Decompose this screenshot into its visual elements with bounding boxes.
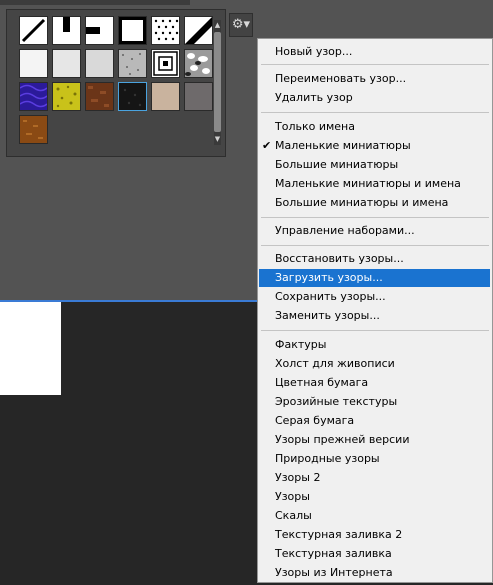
menu-item-replace-patterns[interactable]: Заменить узоры... [258, 307, 491, 325]
menu-separator [261, 112, 489, 113]
pattern-swatch-selected[interactable] [118, 82, 147, 111]
menu-item-library[interactable]: Холст для живописи [258, 355, 491, 373]
menu-item-text-only[interactable]: Только имена [258, 118, 491, 136]
pattern-swatch[interactable] [118, 16, 147, 45]
pattern-swatch[interactable] [151, 49, 180, 78]
menu-item-library[interactable]: Узоры [258, 488, 491, 506]
menu-item-save-patterns[interactable]: Сохранить узоры... [258, 288, 491, 306]
pattern-swatch[interactable] [184, 49, 213, 78]
menu-item-load-patterns[interactable]: Загрузить узоры... [259, 269, 490, 287]
pattern-options-menu: Новый узор... Переименовать узор... Удал… [257, 38, 493, 583]
pattern-swatch[interactable] [184, 16, 213, 45]
gear-icon[interactable]: ⚙▾ [229, 13, 253, 37]
menu-item-label: Маленькие миниатюры [275, 139, 411, 152]
pattern-swatch[interactable] [184, 82, 213, 111]
pattern-swatch[interactable] [118, 49, 147, 78]
document-canvas [0, 302, 61, 395]
menu-item-reset-patterns[interactable]: Восстановить узоры... [258, 250, 491, 268]
menu-item-large-thumbnails[interactable]: Большие миниатюры [258, 156, 491, 174]
menu-item-library[interactable]: Текстурная заливка 2 [258, 526, 491, 544]
pattern-swatch[interactable] [52, 16, 81, 45]
scroll-down-icon[interactable]: ▼ [213, 134, 222, 144]
menu-item-library[interactable]: Узоры 2 [258, 469, 491, 487]
pattern-grid [19, 16, 213, 148]
pattern-swatch[interactable] [151, 16, 180, 45]
menu-item-library[interactable]: Серая бумага [258, 412, 491, 430]
pattern-swatch[interactable] [19, 82, 48, 111]
scrollbar-thumb[interactable] [214, 32, 221, 132]
pattern-swatch[interactable] [52, 49, 81, 78]
menu-item-large-list[interactable]: Большие миниатюры и имена [258, 194, 491, 212]
panel-top-strip [0, 0, 190, 5]
menu-item-rename-pattern[interactable]: Переименовать узор... [258, 70, 491, 88]
menu-item-delete-pattern[interactable]: Удалить узор [258, 89, 491, 107]
menu-separator [261, 330, 489, 331]
menu-item-library[interactable]: Цветная бумага [258, 374, 491, 392]
checkmark-icon: ✔ [262, 139, 272, 152]
pattern-swatch[interactable] [19, 49, 48, 78]
menu-item-library[interactable]: Фактуры [258, 336, 491, 354]
menu-item-library[interactable]: Скалы [258, 507, 491, 525]
menu-item-small-list[interactable]: Маленькие миниатюры и имена [258, 175, 491, 193]
menu-item-small-thumbnails[interactable]: ✔ Маленькие миниатюры [258, 137, 491, 155]
menu-separator [261, 64, 489, 65]
scroll-up-icon[interactable]: ▲ [213, 20, 222, 30]
menu-item-library[interactable]: Узоры прежней версии [258, 431, 491, 449]
menu-separator [261, 245, 489, 246]
pattern-swatch[interactable] [19, 16, 48, 45]
menu-item-preset-manager[interactable]: Управление наборами... [258, 222, 491, 240]
menu-item-library[interactable]: Узоры из Интернета [258, 564, 491, 582]
menu-separator [261, 217, 489, 218]
menu-item-library[interactable]: Эрозийные текстуры [258, 393, 491, 411]
menu-item-library[interactable]: Природные узоры [258, 450, 491, 468]
menu-item-new-pattern[interactable]: Новый узор... [258, 43, 491, 61]
pattern-swatch[interactable] [85, 16, 114, 45]
pattern-swatch[interactable] [85, 82, 114, 111]
pattern-swatch[interactable] [52, 82, 81, 111]
pattern-swatch[interactable] [85, 49, 114, 78]
pattern-picker: ▲ ▼ [6, 9, 226, 157]
pattern-swatch[interactable] [19, 115, 48, 144]
menu-item-library[interactable]: Текстурная заливка [258, 545, 491, 563]
pattern-swatch[interactable] [151, 82, 180, 111]
